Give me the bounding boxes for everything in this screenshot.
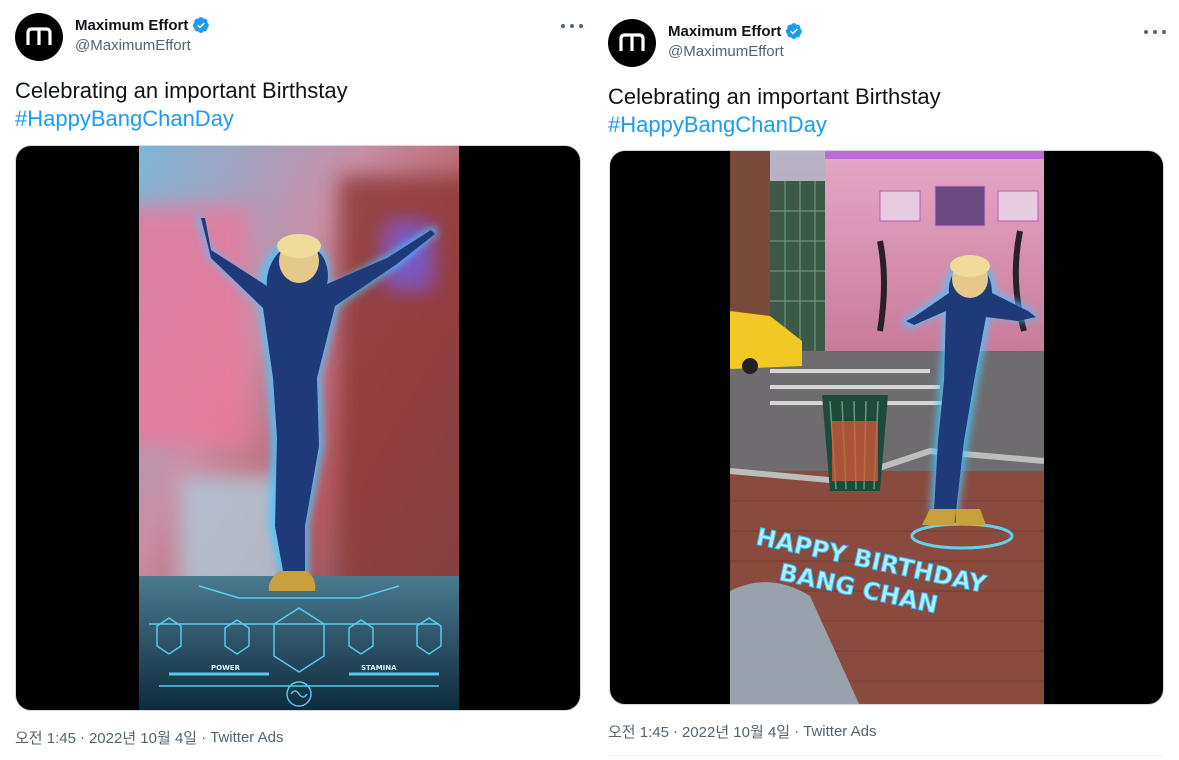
display-name[interactable]: Maximum Effort bbox=[668, 23, 781, 40]
tweet-meta: 오전 1:45 · 2022년 10월 4일 · Twitter Ads bbox=[608, 721, 876, 742]
meta-separator: · bbox=[79, 729, 85, 746]
tweet-source-link[interactable]: Twitter Ads bbox=[210, 729, 283, 746]
video-still-dancer: POWER STAMINA bbox=[139, 146, 459, 710]
tweet-text: Celebrating an important Birthstay bbox=[608, 84, 941, 109]
tweet-meta: 오전 1:45 · 2022년 10월 4일 · Twitter Ads bbox=[15, 727, 283, 748]
tweet-source-link[interactable]: Twitter Ads bbox=[803, 723, 876, 740]
meta-separator: · bbox=[794, 723, 800, 740]
more-dot-icon bbox=[1144, 30, 1148, 34]
maximum-effort-logo-icon bbox=[619, 33, 645, 51]
video-player[interactable]: POWER STAMINA bbox=[15, 145, 581, 711]
video-still-street: HAPPY BIRTHDAY BANG CHAN bbox=[730, 151, 1044, 704]
divider bbox=[608, 755, 1164, 756]
more-options-button[interactable] bbox=[561, 19, 583, 33]
hashtag-link[interactable]: #HappyBangChanDay bbox=[15, 105, 234, 133]
tweet-date-link[interactable]: 2022년 10월 4일 bbox=[89, 727, 197, 748]
avatar[interactable] bbox=[608, 19, 656, 67]
author-handle[interactable]: @MaximumEffort bbox=[75, 37, 191, 54]
more-dot-icon bbox=[570, 24, 574, 28]
hud-power-label: POWER bbox=[211, 664, 241, 672]
meta-separator: · bbox=[672, 723, 678, 740]
video-player[interactable]: HAPPY BIRTHDAY BANG CHAN bbox=[609, 150, 1164, 705]
display-name[interactable]: Maximum Effort bbox=[75, 17, 188, 34]
hud-stamina-label: STAMINA bbox=[361, 664, 397, 672]
more-dot-icon bbox=[561, 24, 565, 28]
author-name-row[interactable]: Maximum Effort bbox=[668, 22, 803, 40]
tweet-date-link[interactable]: 2022년 10월 4일 bbox=[682, 721, 790, 742]
maximum-effort-logo-icon bbox=[26, 27, 52, 45]
verified-badge-icon bbox=[193, 17, 210, 33]
tweet-right: Maximum Effort @MaximumEffort Celebratin… bbox=[595, 0, 1179, 760]
more-options-button[interactable] bbox=[1144, 25, 1166, 39]
video-frame: POWER STAMINA bbox=[139, 146, 459, 710]
tweet-left: Maximum Effort @MaximumEffort Celebratin… bbox=[0, 0, 595, 760]
author-name-row[interactable]: Maximum Effort bbox=[75, 16, 210, 34]
video-frame: HAPPY BIRTHDAY BANG CHAN bbox=[730, 151, 1044, 704]
meta-separator: · bbox=[201, 729, 207, 746]
verified-badge-icon bbox=[786, 23, 803, 39]
more-dot-icon bbox=[1153, 30, 1157, 34]
avatar[interactable] bbox=[15, 13, 63, 61]
tweet-text: Celebrating an important Birthstay bbox=[15, 78, 348, 103]
more-dot-icon bbox=[579, 24, 583, 28]
tweet-time-link[interactable]: 오전 1:45 bbox=[608, 721, 669, 742]
hashtag-link[interactable]: #HappyBangChanDay bbox=[608, 111, 827, 139]
tweet-time-link[interactable]: 오전 1:45 bbox=[15, 727, 76, 748]
more-dot-icon bbox=[1162, 30, 1166, 34]
author-handle[interactable]: @MaximumEffort bbox=[668, 43, 784, 60]
